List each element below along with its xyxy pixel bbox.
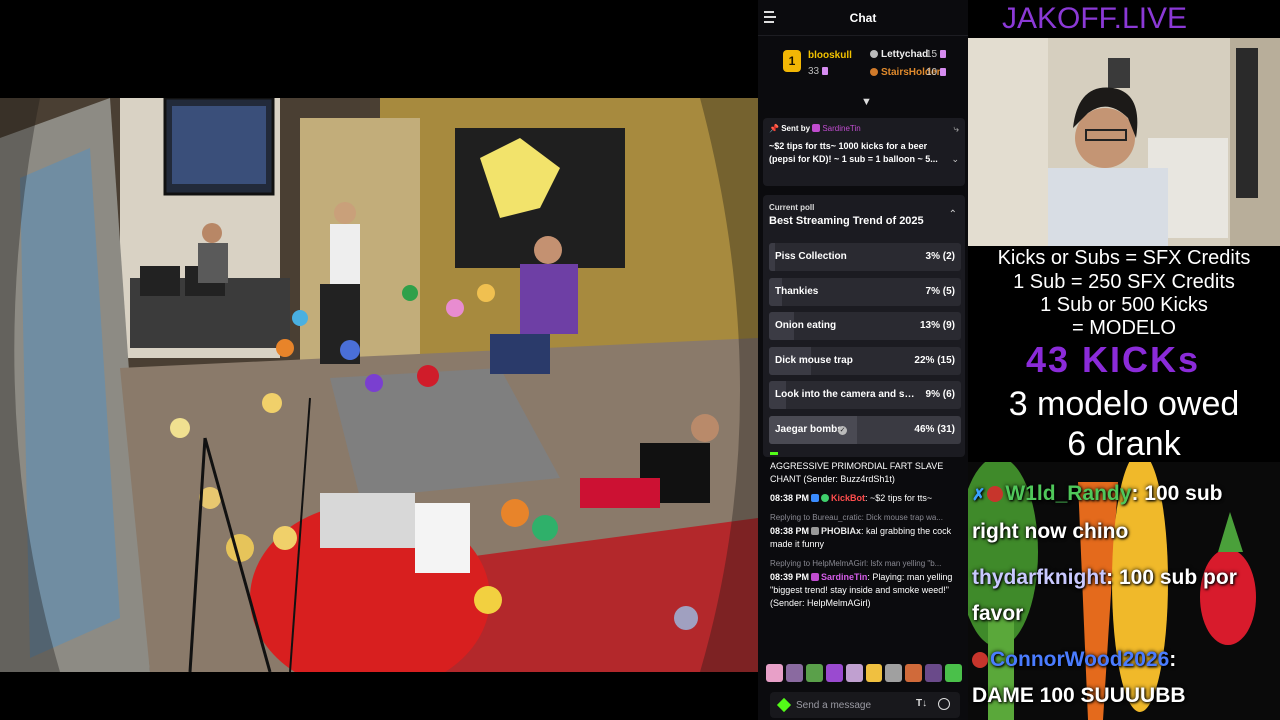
- emote-quick-bar: [766, 662, 963, 684]
- leader-1-name[interactable]: blooskull: [808, 50, 852, 61]
- leader-3-count: 10: [926, 67, 947, 78]
- main-stream-video[interactable]: [0, 98, 758, 672]
- pinned-message-text: ~$2 tips for tts~ 1000 kicks for a beer …: [769, 141, 938, 164]
- poll-timer-bar: [770, 452, 778, 455]
- poll-option[interactable]: Look into the camera and say "... 9% (6): [769, 381, 961, 409]
- room-camera-image: [0, 98, 758, 672]
- emote-icon[interactable]: [825, 664, 843, 682]
- silver-medal-icon: [870, 50, 878, 58]
- x-badge-icon: ✗: [972, 487, 986, 504]
- current-poll: Current poll Best Streaming Trend of 202…: [763, 195, 965, 457]
- reply-context[interactable]: Replying to HelpMelmAGirl: lsfx man yell…: [770, 557, 962, 570]
- chat-message: 08:38 PM KickBot: ~$2 tips for tts~: [770, 493, 933, 503]
- leader-2-count: 15: [926, 49, 947, 60]
- poll-option-result: 22% (15): [914, 354, 955, 366]
- pinned-message[interactable]: 📌 Sent by SardineTin ~$2 tips for tts~ 1…: [763, 118, 965, 186]
- emote-icon[interactable]: [925, 664, 943, 682]
- credits-line-2: 1 Sub = 250 SFX Credits: [1013, 271, 1235, 293]
- poll-option-result: 13% (9): [919, 320, 955, 331]
- bronze-medal-icon: [870, 68, 878, 76]
- rank-1-badge-icon: 1: [783, 50, 801, 72]
- sub-badge-icon: [811, 573, 820, 581]
- send-message-input[interactable]: [796, 698, 906, 712]
- poll-option[interactable]: Thankies 7% (5): [769, 277, 961, 306]
- chat-message: Replying to HelpMelmAGirl: lsfx man yell…: [770, 557, 962, 610]
- poll-option-label: Thankies: [775, 285, 819, 297]
- tomato-emote-icon: [987, 486, 1004, 502]
- emoji-picker-icon[interactable]: [938, 698, 950, 710]
- credits-line-3: 1 Sub or 500 Kicks: [1040, 294, 1208, 316]
- poll-option-result: 7% (5): [925, 285, 955, 297]
- leader-2-name[interactable]: Lettychad: [870, 49, 928, 60]
- overlay-chat-message: ConnorWood2026: DAME 100 SUUUUBB: [972, 648, 1186, 707]
- emote-icon[interactable]: [845, 664, 863, 682]
- chat-message: Replying to Bureau_cratic: Dick mouse tr…: [770, 511, 962, 551]
- chat-messages: AGGRESSIVE PRIMORDIAL FART SLAVE CHANT (…: [770, 460, 962, 616]
- chat-username[interactable]: SardineTin: [821, 572, 867, 582]
- poll-option[interactable]: Dick mouse trap 22% (15): [769, 346, 961, 375]
- poll-option-fill: [769, 243, 775, 271]
- poll-option[interactable]: Onion eating 13% (9): [769, 312, 961, 340]
- emote-icon[interactable]: [865, 664, 883, 682]
- poll-option[interactable]: Piss Collection 3% (2): [769, 243, 961, 271]
- leader-1-count: 33: [808, 66, 829, 77]
- chevron-up-icon[interactable]: ⌃: [949, 209, 957, 220]
- chat-panel: Chat 1 blooskull 33 Lettychad 15 StairsH…: [758, 0, 968, 720]
- text-style-icon[interactable]: T↓: [916, 698, 927, 709]
- unpin-icon[interactable]: ⤷: [953, 124, 959, 135]
- chat-username[interactable]: KickBot: [831, 493, 865, 503]
- emote-icon[interactable]: [905, 664, 923, 682]
- poll-option[interactable]: Jaegar bombs ✓ 46% (31): [769, 415, 961, 444]
- expand-leaderboard-icon[interactable]: ▼: [861, 96, 872, 108]
- chat-input-box: T↓: [770, 692, 960, 718]
- poll-option-result: 46% (31): [914, 423, 955, 435]
- emote-icon[interactable]: [885, 664, 903, 682]
- gift-icon: [940, 68, 947, 76]
- emote-icon[interactable]: [945, 664, 963, 682]
- bot-badge-icon: [811, 494, 820, 502]
- credits-line-1: Kicks or Subs = SFX Credits: [997, 247, 1251, 269]
- collapse-chat-icon[interactable]: [764, 11, 778, 23]
- credits-line-4: = MODELO: [1072, 317, 1176, 339]
- site-title: JAKOFF.LIVE: [1002, 2, 1188, 35]
- streamer-webcam: [968, 38, 1280, 246]
- poll-option-label: Piss Collection: [775, 251, 847, 262]
- overlay-chat-message: ✗ W1ld_Randy: 100 sub right now chino: [972, 476, 1242, 550]
- poll-option-result: 3% (2): [925, 251, 955, 262]
- poll-option-label: Look into the camera and say "...: [775, 389, 915, 400]
- poll-option-result: 9% (6): [925, 389, 955, 400]
- emote-icon[interactable]: [805, 664, 823, 682]
- pinned-sender-line: 📌 Sent by SardineTin: [769, 124, 861, 133]
- reply-context[interactable]: Replying to Bureau_cratic: Dick mouse tr…: [770, 511, 962, 524]
- verified-badge-icon: [821, 494, 830, 502]
- poll-option-label: Dick mouse trap: [775, 354, 853, 366]
- kick-counter: 43 KICKs: [1025, 339, 1201, 380]
- gift-leaderboard: 1 blooskull 33 Lettychad 15 StairsHolder…: [758, 36, 968, 86]
- kick-gem-icon[interactable]: [776, 697, 792, 713]
- chat-username[interactable]: PHOBIAx: [821, 526, 861, 536]
- gift-icon: [822, 67, 829, 75]
- overlay-chat-message: thydarfknight: 100 sub por favor: [972, 566, 1237, 625]
- stream-overlay: JAKOFF.LIVE Kicks or Subs = SFX Credits …: [968, 0, 1280, 720]
- poll-option-label: Jaegar bombs: [775, 423, 843, 435]
- winner-check-icon: ✓: [838, 425, 847, 435]
- poll-label: Current poll: [769, 203, 815, 212]
- chat-overlay-box: ✗ W1ld_Randy: 100 sub right now chino thy…: [968, 462, 1280, 720]
- emote-icon[interactable]: [766, 664, 783, 682]
- chevron-down-icon[interactable]: ⌄: [951, 154, 959, 165]
- modelo-drank: 6 drank: [1067, 425, 1181, 463]
- hand-badge-icon: [811, 527, 820, 535]
- stream-layout: Chat 1 blooskull 33 Lettychad 15 StairsH…: [0, 0, 1280, 720]
- tomato-emote-icon: [972, 652, 988, 668]
- poll-option-label: Onion eating: [775, 320, 837, 331]
- chat-header: Chat: [758, 0, 968, 36]
- sender-badge-icon: [812, 124, 821, 132]
- emote-icon[interactable]: [785, 664, 803, 682]
- poll-question: Best Streaming Trend of 2025: [769, 215, 924, 227]
- gift-icon: [940, 50, 947, 58]
- webcam-image: [968, 38, 1280, 246]
- chat-message: AGGRESSIVE PRIMORDIAL FART SLAVE CHANT (…: [770, 461, 944, 484]
- chat-title: Chat: [849, 10, 877, 25]
- modelo-owed: 3 modelo owed: [1008, 385, 1240, 423]
